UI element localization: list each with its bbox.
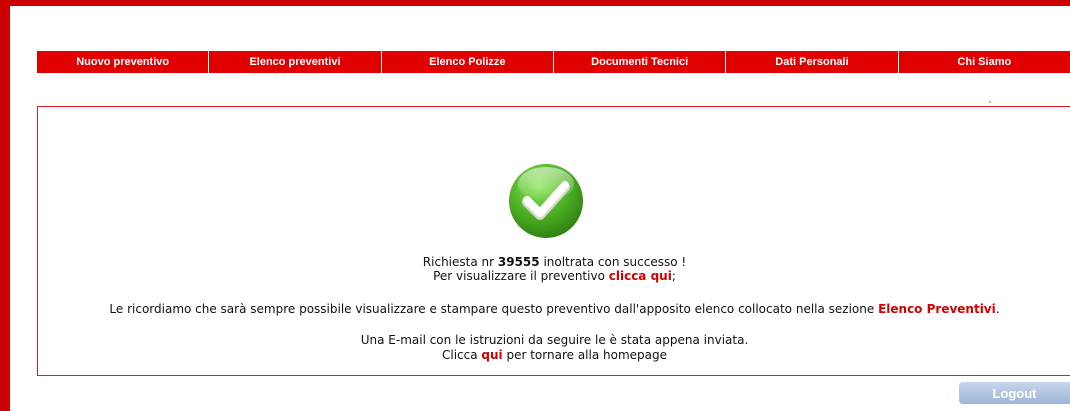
nav-item-nuovo-preventivo[interactable]: Nuovo preventivo [37,51,210,73]
reminder-line: Le ricordiamo che sarà sempre possibile … [38,302,1070,316]
homepage-link[interactable]: qui [481,348,502,362]
view-quote-link[interactable]: clicca qui [609,269,672,283]
success-text-suffix: inoltrata con successo ! [539,255,687,269]
nav-item-chi-siamo[interactable]: Chi Siamo [899,51,1070,73]
view-quote-line: Per visualizzare il preventivo clicca qu… [38,269,1070,283]
request-number: 39555 [497,255,540,269]
homepage-line: Clicca qui per tornare alla homepage [38,348,1070,362]
nav-item-dati-personali[interactable]: Dati Personali [726,51,899,73]
logout-button[interactable]: Logout [959,382,1070,404]
success-message-line: Richiesta nr 39555 inoltrata con success… [38,255,1070,269]
view-quote-suffix: ; [671,269,676,283]
nav-item-elenco-preventivi[interactable]: Elenco preventivi [209,51,382,73]
reminder-text: Le ricordiamo che sarà sempre possibile … [109,302,879,316]
email-notice: Una E-mail con le istruzioni da seguire … [360,333,749,347]
nav-item-documenti-tecnici[interactable]: Documenti Tecnici [554,51,727,73]
main-nav: Nuovo preventivo Elenco preventivi Elenc… [37,51,1070,73]
elenco-preventivi-link[interactable]: Elenco Preventivi [878,302,996,316]
success-text-prefix: Richiesta nr [422,255,498,269]
homepage-text-suffix: per tornare alla homepage [502,348,667,362]
result-panel: Richiesta nr 39555 inoltrata con success… [37,106,1070,376]
view-quote-text: Per visualizzare il preventivo [433,269,609,283]
checkmark-success-icon [509,164,583,238]
homepage-text-prefix: Clicca [441,348,482,362]
nav-item-elenco-polizze[interactable]: Elenco Polizze [382,51,554,73]
reminder-suffix: . [995,302,1000,316]
divider-dot [989,101,991,103]
